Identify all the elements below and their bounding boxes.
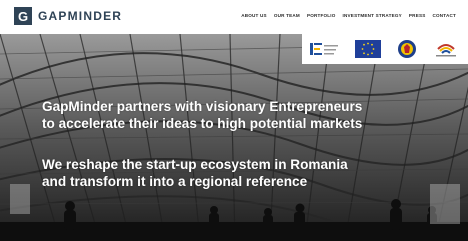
hero-banner: GapMinder partners with visionary Entrep… <box>0 34 468 241</box>
hero-background-image <box>0 34 468 241</box>
main-nav: ABOUT US OUR TEAM PORTFOLIO INVESTMENT S… <box>241 13 456 18</box>
nav-about-us[interactable]: ABOUT US <box>241 13 267 18</box>
structural-funds-logo-icon[interactable] <box>309 41 340 57</box>
program-logo-icon[interactable] <box>432 39 460 59</box>
partner-logos-bar <box>302 34 468 64</box>
nav-portfolio[interactable]: PORTFOLIO <box>307 13 336 18</box>
hero-headline-line: to accelerate their ideas to high potent… <box>42 116 363 131</box>
hero-headline-line: and transform it into a regional referen… <box>42 174 308 189</box>
hero-headline-line: GapMinder partners with visionary Entrep… <box>42 99 363 114</box>
romanian-government-logo-icon[interactable] <box>397 38 417 60</box>
hero-headline-secondary: We reshape the start-up ecosystem in Rom… <box>42 156 348 190</box>
nav-contact[interactable]: CONTACT <box>432 13 456 18</box>
nav-investment-strategy[interactable]: INVESTMENT STRATEGY <box>343 13 402 18</box>
logo-text: GAPMINDER <box>38 9 123 23</box>
eu-flag-logo-icon[interactable] <box>355 40 382 58</box>
gapminder-logo[interactable]: G GAPMINDER <box>14 6 122 26</box>
site-header: G GAPMINDER ABOUT US OUR TEAM PORTFOLIO … <box>0 0 468 34</box>
hero-headline-line: We reshape the start-up ecosystem in Rom… <box>42 157 348 172</box>
hero-headline-primary: GapMinder partners with visionary Entrep… <box>42 98 362 132</box>
logo-mark-icon: G <box>14 7 32 25</box>
nav-press[interactable]: PRESS <box>409 13 426 18</box>
nav-our-team[interactable]: OUR TEAM <box>274 13 300 18</box>
